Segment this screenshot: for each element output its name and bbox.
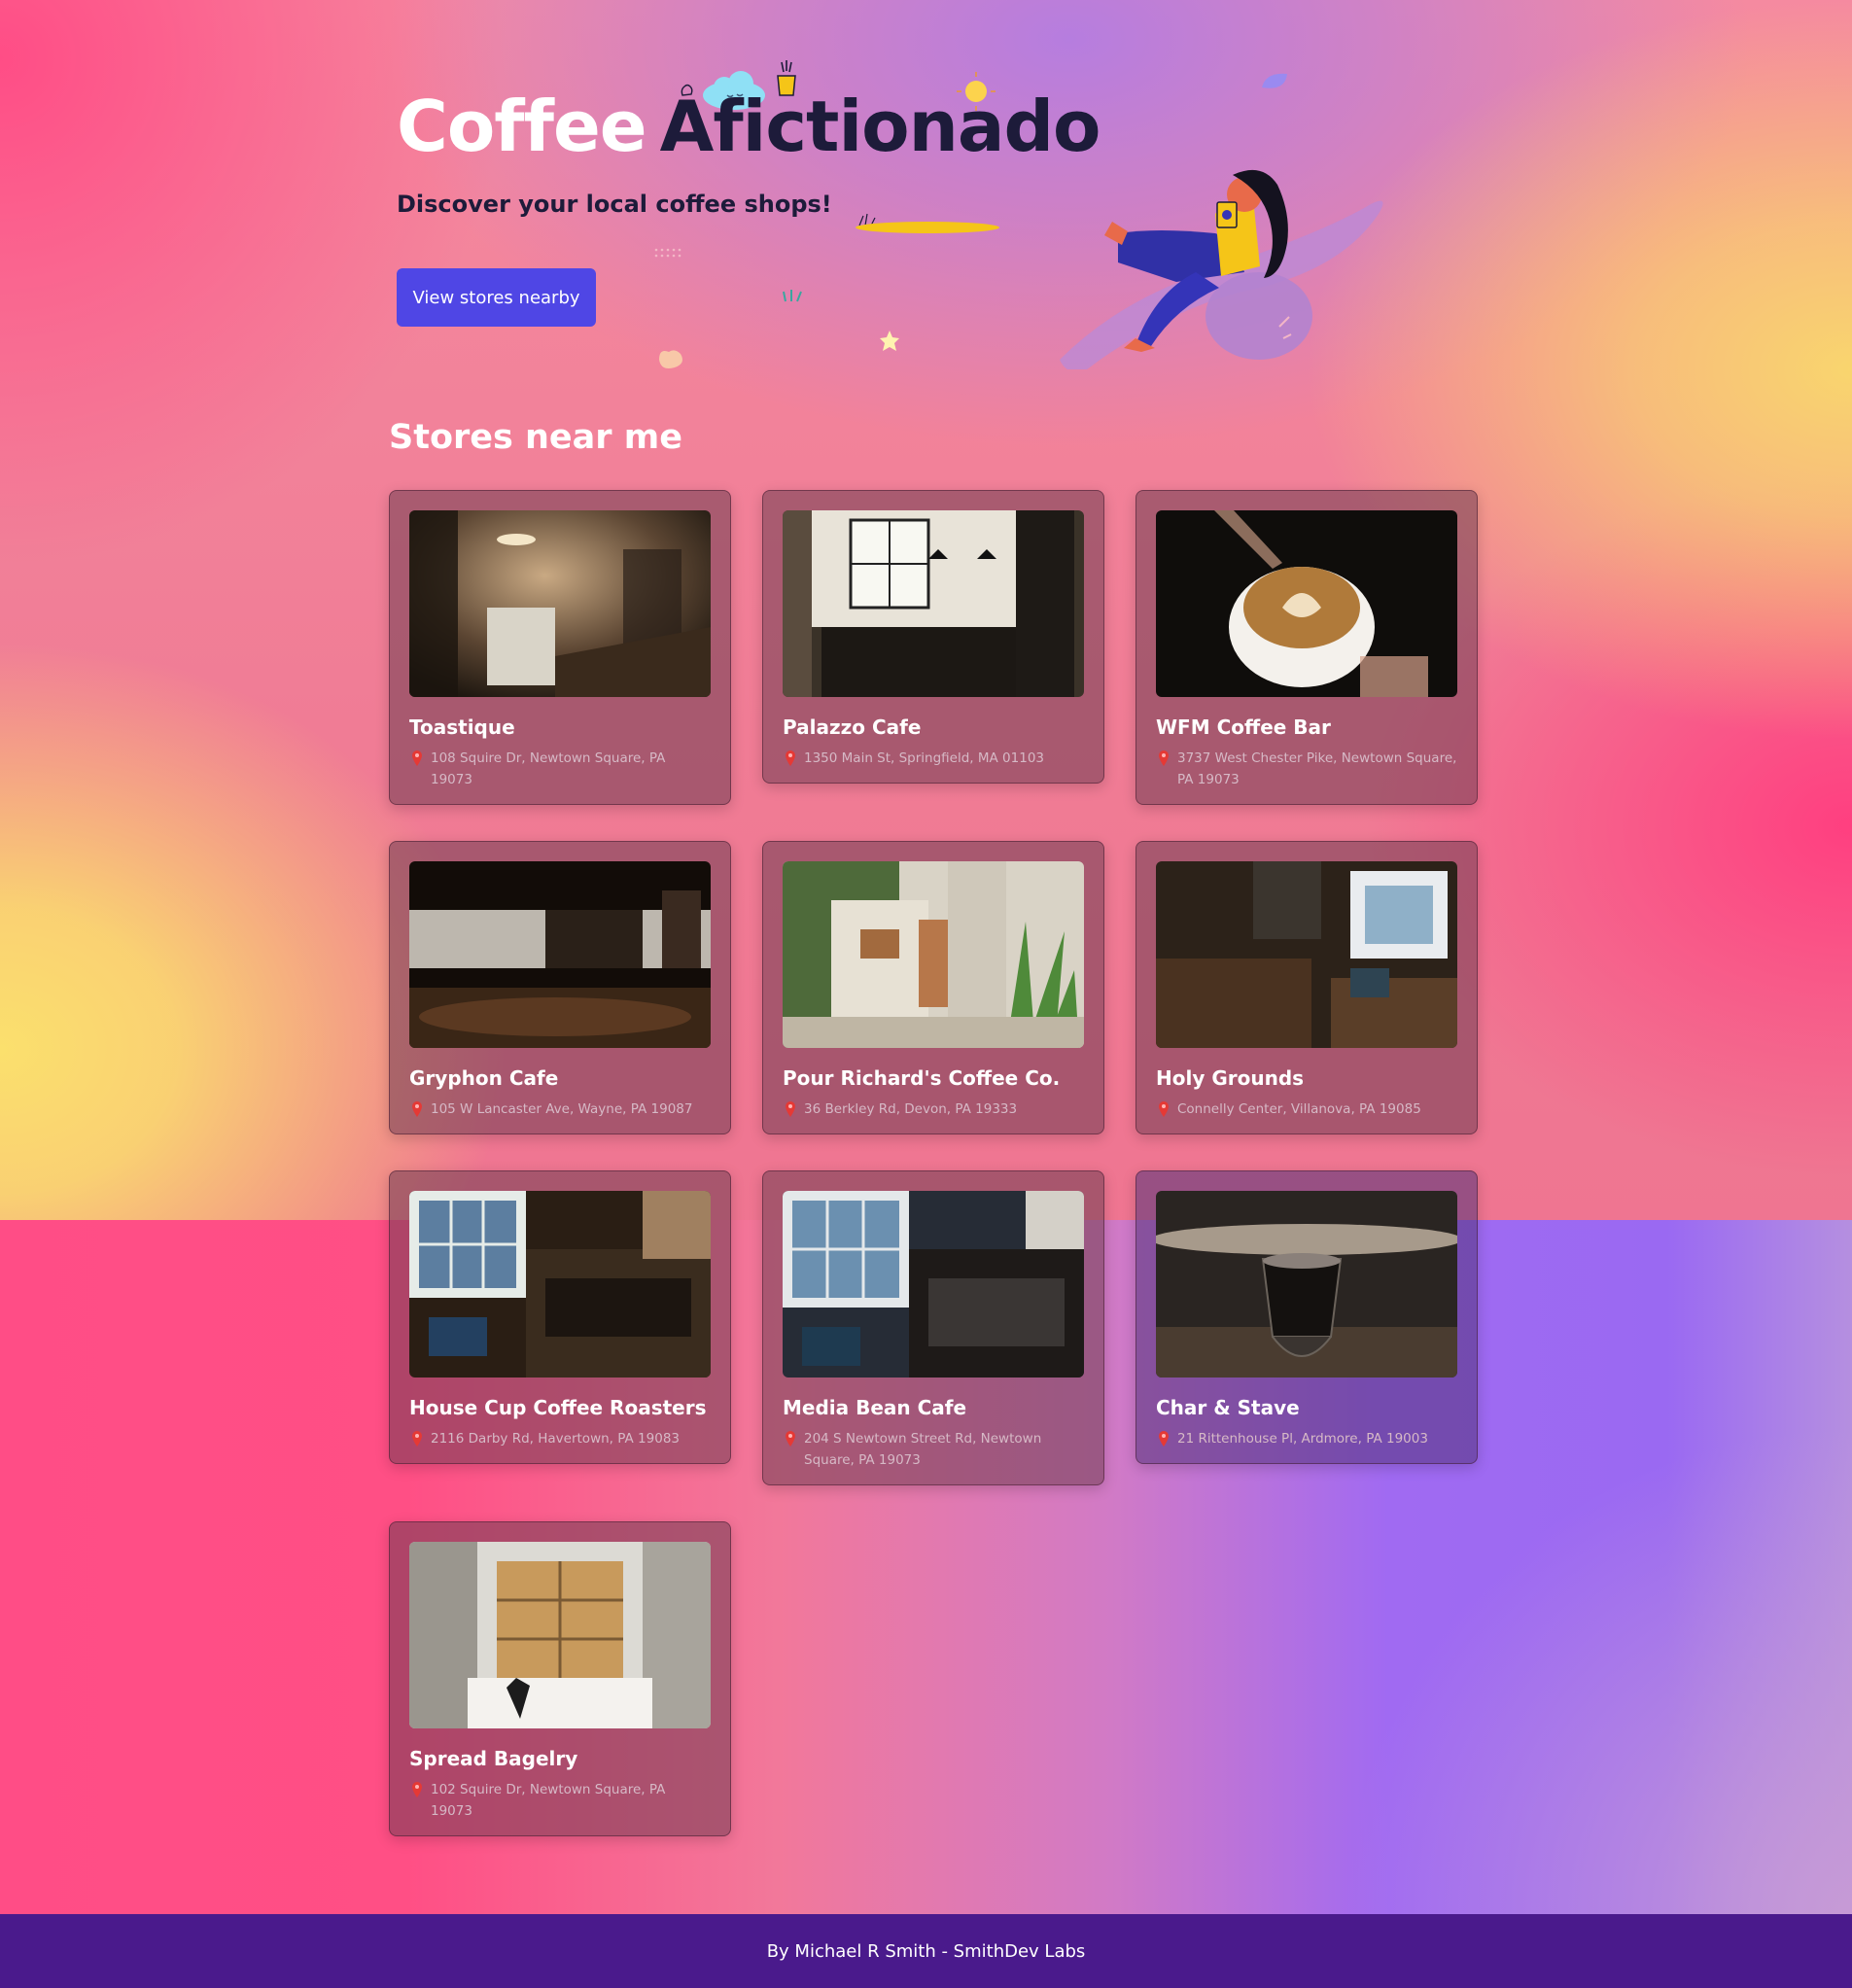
store-address-text: 1350 Main St, Springfield, MA 01103 [804, 750, 1045, 766]
store-image [409, 1542, 711, 1728]
store-image [783, 1191, 1084, 1378]
store-address-text: 2116 Darby Rd, Havertown, PA 19083 [431, 1431, 680, 1447]
store-address-text: 105 W Lancaster Ave, Wayne, PA 19087 [431, 1101, 693, 1117]
store-address-text: 3737 West Chester Pike, Newtown Square, … [1177, 750, 1457, 787]
location-pin-icon [412, 750, 422, 766]
store-card[interactable]: Palazzo Cafe 1350 Main St, Springfield, … [762, 490, 1104, 784]
store-image [409, 1191, 711, 1378]
location-pin-icon [412, 1431, 422, 1447]
location-pin-icon [412, 1782, 422, 1797]
store-name[interactable]: Pour Richard's Coffee Co. [783, 1065, 1084, 1091]
view-stores-nearby-button[interactable]: View stores nearby [397, 268, 596, 327]
store-address-text: 102 Squire Dr, Newtown Square, PA 19073 [431, 1782, 666, 1819]
location-pin-icon [1159, 750, 1169, 766]
store-address: 105 W Lancaster Ave, Wayne, PA 19087 [409, 1099, 711, 1120]
store-address: 102 Squire Dr, Newtown Square, PA 19073 [409, 1779, 711, 1822]
store-name[interactable]: Palazzo Cafe [783, 715, 1084, 740]
store-image [1156, 861, 1457, 1048]
store-card[interactable]: WFM Coffee Bar 3737 West Chester Pike, N… [1136, 490, 1478, 805]
store-image [783, 861, 1084, 1048]
store-card[interactable]: Spread Bagelry 102 Squire Dr, Newtown Sq… [389, 1521, 731, 1836]
store-image [409, 510, 711, 697]
hero-subtitle: Discover your local coffee shops! [397, 191, 832, 218]
footer: By Michael R Smith - SmithDev Labs [0, 1914, 1852, 1988]
store-address: 204 S Newtown Street Rd, Newtown Square,… [783, 1428, 1084, 1471]
store-card[interactable]: Holy Grounds Connelly Center, Villanova,… [1136, 841, 1478, 1134]
footer-credit: By Michael R Smith - SmithDev Labs [766, 1940, 1086, 1962]
blob-shape [659, 350, 682, 368]
store-address-text: Connelly Center, Villanova, PA 19085 [1177, 1101, 1421, 1117]
store-name[interactable]: Gryphon Cafe [409, 1065, 711, 1091]
store-name[interactable]: WFM Coffee Bar [1156, 715, 1457, 740]
store-image [1156, 510, 1457, 697]
section-title-stores: Stores near me [389, 418, 682, 457]
location-pin-icon [786, 750, 795, 766]
location-pin-icon [412, 1101, 422, 1117]
app-title: Coffee Afictionado [397, 86, 1101, 167]
store-name[interactable]: House Cup Coffee Roasters [409, 1395, 711, 1420]
title-word-coffee: Coffee [397, 86, 647, 167]
title-word-afictionado: Afictionado [659, 86, 1101, 167]
location-pin-icon [1159, 1431, 1169, 1447]
store-address: 108 Squire Dr, Newtown Square, PA 19073 [409, 748, 711, 790]
store-name[interactable]: Char & Stave [1156, 1395, 1457, 1420]
location-pin-icon [1159, 1101, 1169, 1117]
store-address-text: 36 Berkley Rd, Devon, PA 19333 [804, 1101, 1018, 1117]
store-card[interactable]: Pour Richard's Coffee Co. 36 Berkley Rd,… [762, 841, 1104, 1134]
store-image [783, 510, 1084, 697]
store-card[interactable]: Media Bean Cafe 204 S Newtown Street Rd,… [762, 1170, 1104, 1485]
store-image [409, 861, 711, 1048]
location-pin-icon [786, 1101, 795, 1117]
leaf-shape [1262, 73, 1287, 88]
store-address: 2116 Darby Rd, Havertown, PA 19083 [409, 1428, 711, 1449]
store-address: Connelly Center, Villanova, PA 19085 [1156, 1099, 1457, 1120]
woman-with-coffee-illustration [1060, 169, 1383, 369]
store-address-text: 204 S Newtown Street Rd, Newtown Square,… [804, 1431, 1042, 1468]
location-pin-icon [786, 1431, 795, 1447]
store-address: 21 Rittenhouse Pl, Ardmore, PA 19003 [1156, 1428, 1457, 1449]
store-card[interactable]: House Cup Coffee Roasters 2116 Darby Rd,… [389, 1170, 731, 1464]
store-address-text: 21 Rittenhouse Pl, Ardmore, PA 19003 [1177, 1431, 1428, 1447]
store-address: 36 Berkley Rd, Devon, PA 19333 [783, 1099, 1084, 1120]
store-card[interactable]: Toastique 108 Squire Dr, Newtown Square,… [389, 490, 731, 805]
store-address: 3737 West Chester Pike, Newtown Square, … [1156, 748, 1457, 790]
star-icon [880, 331, 899, 351]
store-name[interactable]: Media Bean Cafe [783, 1395, 1084, 1420]
store-image [1156, 1191, 1457, 1378]
store-card[interactable]: Char & Stave 21 Rittenhouse Pl, Ardmore,… [1136, 1170, 1478, 1464]
store-name[interactable]: Holy Grounds [1156, 1065, 1457, 1091]
dots-pattern [654, 248, 681, 258]
grass-icon [783, 290, 802, 302]
store-address: 1350 Main St, Springfield, MA 01103 [783, 748, 1084, 769]
store-name[interactable]: Toastique [409, 715, 711, 740]
store-card[interactable]: Gryphon Cafe 105 W Lancaster Ave, Wayne,… [389, 841, 731, 1134]
store-address-text: 108 Squire Dr, Newtown Square, PA 19073 [431, 750, 666, 787]
store-name[interactable]: Spread Bagelry [409, 1746, 711, 1771]
yellow-line [856, 213, 999, 233]
